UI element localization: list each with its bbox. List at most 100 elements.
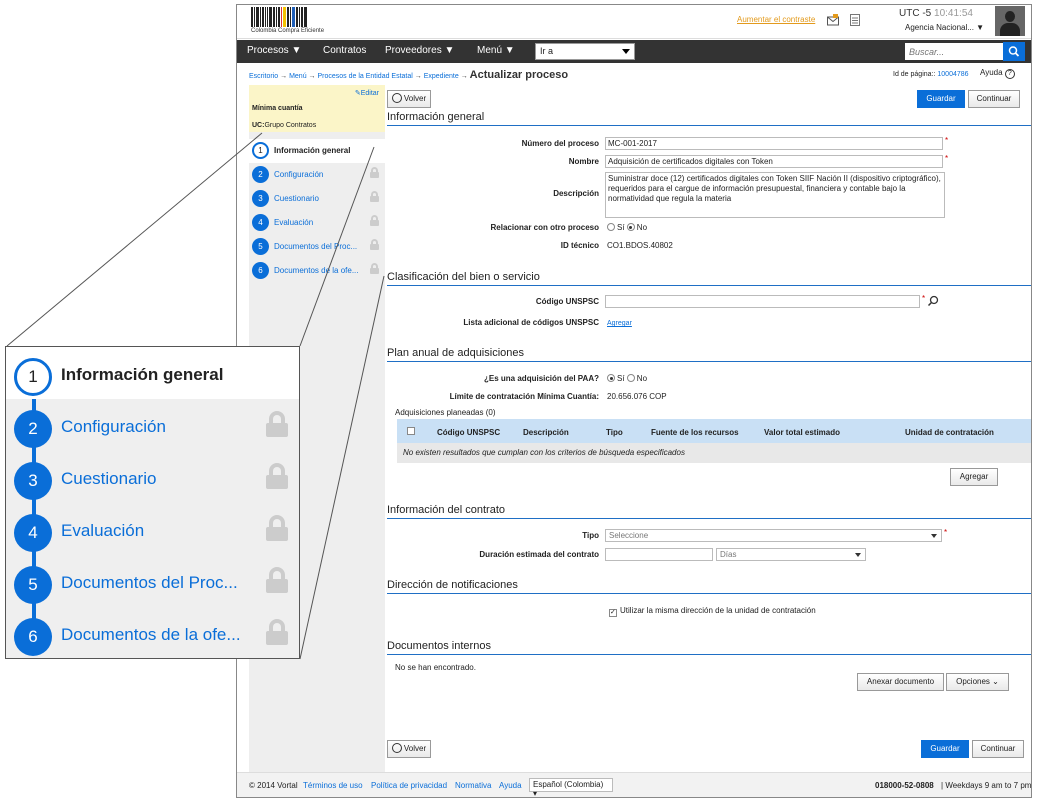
duration-field[interactable] <box>605 548 713 561</box>
clock-time: 10:41:54 <box>934 8 973 19</box>
col-unidad[interactable]: Unidad de contratación <box>905 428 994 437</box>
agency-selector[interactable]: Agencia Nacional... ▼ <box>905 23 984 32</box>
terms-link[interactable]: Términos de uso <box>303 781 363 790</box>
help-link[interactable]: Ayuda ? <box>980 68 1015 79</box>
lock-icon <box>370 263 379 274</box>
name-field[interactable]: Adquisición de certificados digitales co… <box>605 155 943 168</box>
continue-button[interactable]: Continuar <box>968 90 1020 108</box>
caret-down-icon <box>931 534 937 538</box>
mail-icon[interactable] <box>827 13 839 26</box>
back-button[interactable]: Volver <box>387 90 431 108</box>
zoom-step-cuestionario[interactable]: 3 Cuestionario <box>6 451 299 503</box>
section-classification: Clasificación del bien o servicio <box>387 271 1031 286</box>
continue-button-bottom[interactable]: Continuar <box>972 740 1024 758</box>
section-docs: Documentos internos <box>387 640 1031 655</box>
radio-no[interactable] <box>626 374 635 382</box>
col-tipo[interactable]: Tipo <box>606 428 623 437</box>
crumb-procesos[interactable]: Procesos de la Entidad Estatal <box>317 73 412 80</box>
sidebar-step-documentos-oferta[interactable]: 6 Documentos de la ofe... <box>249 259 385 283</box>
process-number-label: Número del proceso <box>521 139 599 148</box>
search-input[interactable] <box>905 43 1003 60</box>
lock-icon <box>266 567 288 593</box>
duration-unit-select[interactable]: Días <box>716 548 866 561</box>
logo[interactable]: Colombia Compra Eficiente <box>251 7 337 35</box>
table-empty-row: No existen resultados que cumplan con lo… <box>397 443 1031 463</box>
add-button[interactable]: Agregar <box>950 468 998 486</box>
goto-select[interactable]: Ir a <box>535 43 635 60</box>
required-marker: * <box>945 154 949 163</box>
col-unspsc[interactable]: Código UNSPSC <box>437 428 500 437</box>
footer-help-link[interactable]: Ayuda <box>499 781 522 790</box>
caret-down-icon <box>622 49 630 54</box>
save-button[interactable]: Guardar <box>917 90 965 108</box>
arrow-left-icon <box>391 93 402 103</box>
back-button-bottom[interactable]: Volver <box>387 740 431 758</box>
crumb-expediente[interactable]: Expediente <box>424 73 459 80</box>
relate-radio-group[interactable]: Sí No <box>607 223 647 232</box>
breadcrumb: Escritorio → Menú → Procesos de la Entid… <box>249 69 569 81</box>
nav-procesos[interactable]: Procesos ▼ <box>247 45 301 56</box>
col-valor[interactable]: Valor total estimado <box>764 428 840 437</box>
tech-id-label: ID técnico <box>560 241 599 250</box>
name-label: Nombre <box>568 157 599 166</box>
app-window: Colombia Compra Eficiente Aumentar el co… <box>236 4 1032 798</box>
zoom-step-documentos-proceso[interactable]: 5 Documentos del Proc... <box>6 555 299 607</box>
unspsc-field[interactable] <box>605 295 920 308</box>
sidebar-step-evaluacion[interactable]: 4 Evaluación <box>249 211 385 235</box>
lock-icon <box>370 239 379 250</box>
support-hours: | Weekdays 9 am to 7 pm <box>941 781 1032 790</box>
radio-yes[interactable] <box>607 374 615 382</box>
type-label: Tipo <box>582 531 599 540</box>
avatar[interactable] <box>995 6 1025 36</box>
col-fuente[interactable]: Fuente de los recursos <box>651 428 739 437</box>
page-id: Id de página:: 10004786 <box>893 71 969 78</box>
save-button-bottom[interactable]: Guardar <box>921 740 969 758</box>
document-icon[interactable] <box>849 13 861 26</box>
lock-icon <box>370 167 379 178</box>
sidebar-step-configuracion[interactable]: 2 Configuración <box>249 163 385 187</box>
agency-name: Agencia Nacional... <box>905 23 974 32</box>
normativa-link[interactable]: Normativa <box>455 781 491 790</box>
col-descripcion[interactable]: Descripción <box>523 428 569 437</box>
lock-icon <box>370 215 379 226</box>
paa-question-label: ¿Es una adquisición del PAA? <box>484 374 599 383</box>
relate-label: Relacionar con otro proceso <box>490 223 599 232</box>
contrast-link[interactable]: Aumentar el contraste <box>737 15 815 24</box>
radio-no[interactable] <box>626 223 635 231</box>
select-all-checkbox[interactable] <box>407 427 415 435</box>
type-select[interactable]: Seleccione <box>605 529 942 542</box>
process-number-field[interactable]: MC-001-2017 <box>605 137 943 150</box>
nav-menu[interactable]: Menú ▼ <box>477 45 515 56</box>
edit-link[interactable]: ✎Editar <box>355 89 379 97</box>
radio-yes[interactable] <box>607 223 615 231</box>
tech-id-value: CO1.BDOS.40802 <box>607 241 673 250</box>
nav-proveedores[interactable]: Proveedores ▼ <box>385 45 454 56</box>
add-unspsc-link[interactable]: Agregar <box>607 320 632 327</box>
sidebar-step-informacion-general[interactable]: 1 Información general <box>249 139 385 163</box>
planned-label: Adquisiciones planeadas (0) <box>395 408 496 417</box>
zoom-step-informacion-general[interactable]: 1 Información general <box>6 347 299 399</box>
search-icon[interactable] <box>927 294 939 307</box>
zoom-step-evaluacion[interactable]: 4 Evaluación <box>6 503 299 555</box>
checkbox-checked[interactable]: ✓ <box>609 609 617 617</box>
search-button[interactable] <box>1003 42 1025 61</box>
zoom-step-configuracion[interactable]: 2 Configuración <box>6 399 299 451</box>
table-header: Código UNSPSC Descripción Tipo Fuente de… <box>397 419 1031 443</box>
privacy-link[interactable]: Política de privacidad <box>371 781 447 790</box>
timezone-clock: UTC -5 10:41:54 <box>899 8 973 19</box>
paa-radio-group[interactable]: Sí No <box>607 374 647 383</box>
sidebar-step-cuestionario[interactable]: 3 Cuestionario <box>249 187 385 211</box>
attach-document-button[interactable]: Anexar documento <box>857 673 944 691</box>
crumb-menu[interactable]: Menú <box>289 73 307 80</box>
nav-contratos[interactable]: Contratos <box>323 45 366 56</box>
description-textarea[interactable]: Suministrar doce (12) certificados digit… <box>605 172 945 218</box>
extra-unspsc-label: Lista adicional de códigos UNSPSC <box>463 318 599 327</box>
process-summary: ✎Editar Mínima cuantía UC:Grupo Contrato… <box>249 85 385 132</box>
section-paa: Plan anual de adquisiciones <box>387 347 1031 362</box>
language-select[interactable]: Español (Colombia) ▾ <box>529 778 613 797</box>
crumb-escritorio[interactable]: Escritorio <box>249 73 278 80</box>
zoom-step-documentos-oferta[interactable]: 6 Documentos de la ofe... <box>6 607 299 659</box>
sidebar-step-documentos-proceso[interactable]: 5 Documentos del Proc... <box>249 235 385 259</box>
options-button[interactable]: Opciones ⌄ <box>946 673 1009 691</box>
same-address-checkbox[interactable]: ✓ Utilizar la misma dirección de la unida… <box>609 606 816 617</box>
